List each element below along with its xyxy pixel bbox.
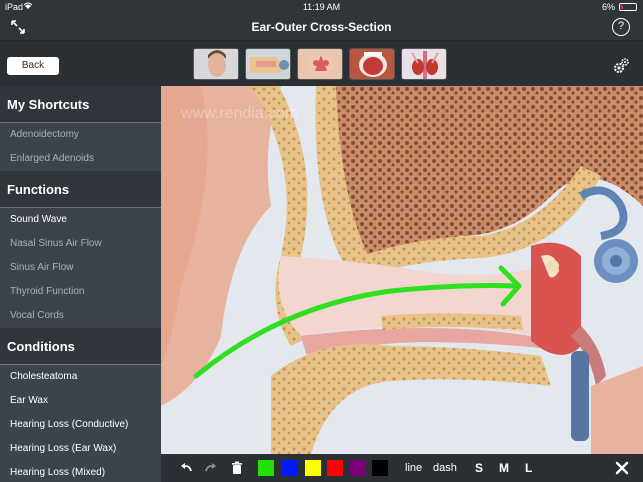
undo-icon[interactable] [179,461,193,475]
battery-icon [619,3,637,11]
size-medium-button[interactable]: M [499,461,509,475]
color-swatch-red[interactable] [327,460,343,476]
thyroid-thumbnail[interactable] [401,48,447,80]
help-icon[interactable]: ? [612,18,630,36]
nasal-thumbnail[interactable] [297,48,343,80]
section-header-shortcuts: My Shortcuts [0,86,161,123]
sidebar-item-cholesteatoma[interactable]: Cholesteatoma [0,365,161,389]
sidebar-item-adenoidectomy[interactable]: Adenoidectomy [0,123,161,147]
close-icon[interactable] [615,461,629,475]
section-header-functions: Functions [0,171,161,208]
color-swatch-green[interactable] [258,460,274,476]
status-time: 11:19 AM [302,2,341,12]
redo-icon[interactable] [204,461,218,475]
sidebar-item-hearing-loss-conductive[interactable]: Hearing Loss (Conductive) [0,413,161,437]
watermark-text: www.rendia.com [180,105,298,122]
battery-percent: 6% [601,2,615,12]
size-large-button[interactable]: L [525,461,532,475]
ear-cross-section-image[interactable]: www.rendia.com [161,86,643,454]
dash-style-button[interactable]: dash [433,462,457,474]
ear-illustration: www.rendia.com [161,86,643,454]
color-swatch-yellow[interactable] [305,460,321,476]
sidebar-item-enlarged-adenoids[interactable]: Enlarged Adenoids [0,147,161,171]
back-button[interactable]: Back [7,57,59,75]
color-swatch-blue[interactable] [282,460,298,476]
sidebar-item-ear-wax[interactable]: Ear Wax [0,389,161,413]
color-swatch-purple[interactable] [350,460,366,476]
sidebar-item-hearing-loss-ear-wax[interactable]: Hearing Loss (Ear Wax) [0,437,161,461]
sidebar-item-sound-wave[interactable]: Sound Wave [0,208,161,232]
throat-thumbnail[interactable] [349,48,395,80]
face-thumbnail[interactable] [193,48,239,80]
sidebar: My Shortcuts Adenoidectomy Enlarged Aden… [0,86,161,482]
sidebar-item-hearing-loss-mixed[interactable]: Hearing Loss (Mixed) [0,461,161,482]
size-small-button[interactable]: S [475,461,483,475]
sidebar-item-thyroid-function[interactable]: Thyroid Function [0,280,161,304]
toolbar: Back [0,40,643,86]
color-swatch-black[interactable] [372,460,388,476]
title-bar: Ear-Outer Cross-Section ? [0,14,643,40]
status-bar: iPad 11:19 AM 6% [0,0,643,14]
drawing-toolbar: line dash S M L [161,454,643,482]
trash-icon[interactable] [230,461,244,475]
sidebar-item-sinus-air-flow[interactable]: Sinus Air Flow [0,256,161,280]
line-style-button[interactable]: line [405,462,422,474]
settings-gear-icon[interactable] [612,57,630,75]
page-title: Ear-Outer Cross-Section [251,20,392,34]
sidebar-item-nasal-sinus-air-flow[interactable]: Nasal Sinus Air Flow [0,232,161,256]
ear-thumbnail[interactable] [245,48,291,80]
section-header-conditions: Conditions [0,328,161,365]
sidebar-item-vocal-cords[interactable]: Vocal Cords [0,304,161,328]
